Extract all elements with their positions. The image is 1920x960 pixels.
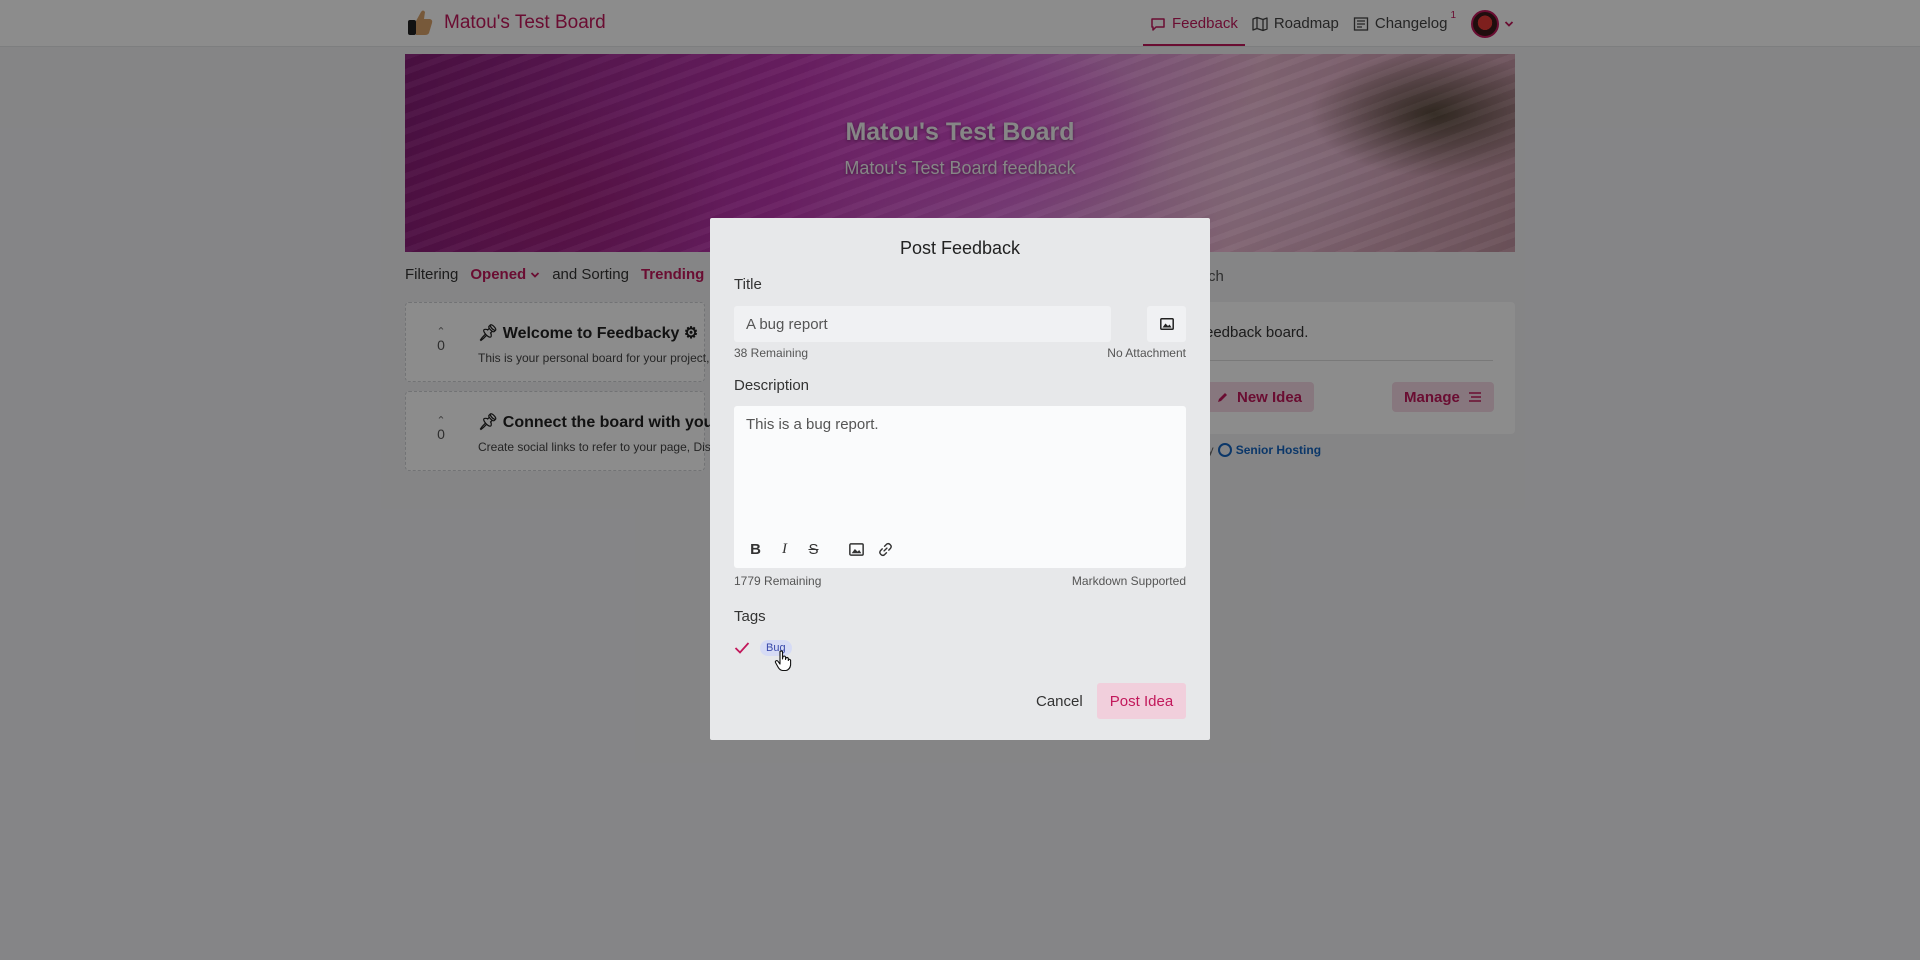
strikethrough-icon[interactable]: S xyxy=(804,540,823,559)
description-text: This is a bug report. xyxy=(746,416,879,433)
image-icon[interactable] xyxy=(847,540,866,559)
link-icon[interactable] xyxy=(876,540,895,559)
title-remaining: 38 Remaining xyxy=(734,346,809,360)
title-label: Title xyxy=(734,276,762,293)
title-input[interactable] xyxy=(734,306,1111,342)
hand-cursor-icon xyxy=(774,650,792,672)
markdown-note: Markdown Supported xyxy=(1071,574,1186,588)
description-remaining: 1779 Remaining xyxy=(734,574,822,588)
image-icon xyxy=(1159,318,1174,330)
italic-icon[interactable]: I xyxy=(775,540,794,559)
cancel-button[interactable]: Cancel xyxy=(1023,683,1096,719)
post-idea-button[interactable]: Post Idea xyxy=(1097,683,1186,719)
description-editor[interactable]: This is a bug report. B I S xyxy=(734,406,1186,568)
post-feedback-modal: Post Feedback Title 38 Remaining No Atta… xyxy=(710,218,1210,740)
tags-label: Tags xyxy=(734,608,766,625)
markdown-toolbar: B I S xyxy=(746,540,895,559)
checkmark-icon xyxy=(734,642,750,654)
modal-title: Post Feedback xyxy=(899,238,1021,258)
bold-icon[interactable]: B xyxy=(746,540,765,559)
attachment-status: No Attachment xyxy=(1107,346,1186,360)
description-label: Description xyxy=(734,377,810,394)
attach-image-button[interactable] xyxy=(1147,306,1186,342)
